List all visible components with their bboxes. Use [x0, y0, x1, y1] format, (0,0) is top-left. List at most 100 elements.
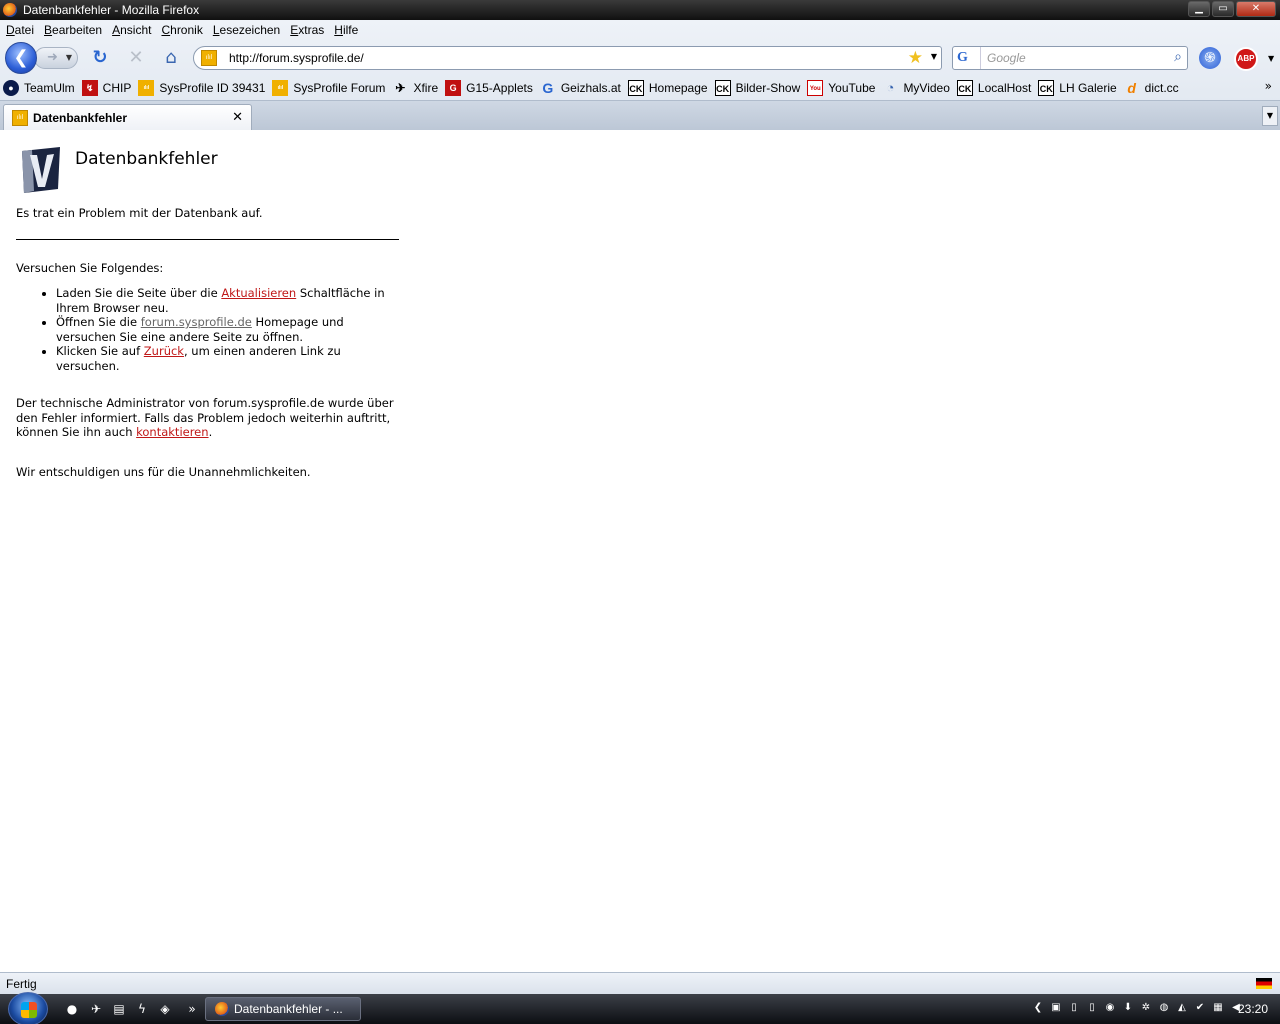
- taskbar-firefox-button[interactable]: Datenbankfehler - ...: [205, 997, 361, 1021]
- download-icon[interactable]: ⬇: [1120, 1000, 1136, 1016]
- tray-app-icon[interactable]: ✔: [1192, 1000, 1208, 1016]
- history-dropdown-icon[interactable]: ▼: [66, 48, 72, 68]
- apology-text: Wir entschuldigen uns für die Unannehmli…: [16, 465, 311, 479]
- app-quicklaunch-icon[interactable]: ◈: [157, 1001, 173, 1017]
- window-title: Datenbankfehler - Mozilla Firefox: [23, 3, 200, 17]
- firefox-icon: [3, 3, 17, 17]
- tray-app-icon[interactable]: ◍: [1156, 1000, 1172, 1016]
- system-tray: ❮ ▣ ▯ ▯ ◉ ⬇ ✲ ◍ ◭ ✔ ▦ ◀: [1030, 1000, 1244, 1016]
- list-item: Laden Sie die Seite über die Aktualisier…: [56, 286, 396, 315]
- bookmark-xfire[interactable]: ✈ Xfire: [392, 80, 438, 96]
- stop-icon[interactable]: ✕: [126, 48, 146, 68]
- bookmark-star-icon[interactable]: ★: [908, 48, 923, 68]
- list-item: Klicken Sie auf Zurück, um einen anderen…: [56, 344, 396, 373]
- back-button[interactable]: ❮: [5, 42, 37, 74]
- firefox-quicklaunch-icon[interactable]: ●: [64, 1001, 80, 1017]
- dictcc-icon: d: [1127, 80, 1136, 96]
- menu-datei[interactable]: Datei: [2, 23, 38, 37]
- contact-link[interactable]: kontaktieren: [136, 425, 208, 439]
- network-icon[interactable]: ▦: [1210, 1000, 1226, 1016]
- youtube-icon: You: [807, 80, 824, 96]
- german-flag-icon[interactable]: [1256, 978, 1272, 989]
- close-window-button[interactable]: ✕: [1236, 1, 1276, 17]
- menu-chronik[interactable]: Chronik: [157, 23, 206, 37]
- bookmarks-overflow-icon[interactable]: »: [1265, 79, 1272, 93]
- site-favicon-icon: ılıl: [201, 50, 217, 66]
- search-input[interactable]: Google: [987, 51, 1026, 65]
- sysprofile-icon: ılıl: [272, 80, 289, 96]
- page-content: Datenbankfehler Es trat ein Problem mit …: [0, 130, 1280, 972]
- bookmark-myvideo[interactable]: ◔ MyVideo: [882, 80, 950, 96]
- bookmark-youtube[interactable]: You YouTube: [807, 80, 875, 96]
- bookmark-sysprofile-forum[interactable]: ılıl SysProfile Forum: [272, 80, 385, 96]
- bookmark-localhost[interactable]: CK LocalHost: [956, 80, 1031, 96]
- menubar: Datei Bearbeiten Ansicht Chronik Lesezei…: [0, 20, 1280, 40]
- myvideo-icon: ◔: [886, 80, 895, 95]
- folder-quicklaunch-icon[interactable]: ▤: [111, 1001, 127, 1017]
- bookmark-sysprofile-id[interactable]: ılıl SysProfile ID 39431: [138, 80, 265, 96]
- url-text[interactable]: http://forum.sysprofile.de/: [229, 51, 364, 65]
- status-text: Fertig: [6, 976, 37, 991]
- divider: [16, 239, 399, 240]
- adblock-dropdown-icon[interactable]: ▼: [1268, 54, 1274, 63]
- tab-list-button[interactable]: ▼: [1262, 106, 1278, 126]
- bookmark-chip[interactable]: ↯ CHIP: [81, 80, 131, 96]
- bookmark-geizhals[interactable]: G Geizhals.at: [540, 80, 620, 96]
- xfire-quicklaunch-icon[interactable]: ✈: [88, 1001, 104, 1017]
- sysprofile-icon: ılıl: [138, 80, 155, 96]
- search-icon[interactable]: ⌕: [1174, 49, 1182, 65]
- close-tab-icon[interactable]: ✕: [232, 110, 243, 125]
- menu-ansicht[interactable]: Ansicht: [108, 23, 155, 37]
- menu-hilfe[interactable]: Hilfe: [330, 23, 362, 37]
- menu-lesezeichen[interactable]: Lesezeichen: [209, 23, 284, 37]
- back-link[interactable]: Zurück: [144, 344, 184, 358]
- taskbar: ● ✈ ▤ ϟ ◈ » Datenbankfehler - ... ❮ ▣ ▯ …: [0, 992, 1280, 1024]
- bookmark-g15-applets[interactable]: G G15-Applets: [445, 80, 533, 96]
- tray-app-icon[interactable]: ◉: [1102, 1000, 1118, 1016]
- ck-icon: CK: [956, 80, 973, 96]
- bookmark-dictcc[interactable]: d dict.cc: [1124, 80, 1178, 96]
- tray-app-icon[interactable]: ▣: [1048, 1000, 1064, 1016]
- url-bar[interactable]: ılıl http://forum.sysprofile.de/ ★ ▼: [193, 46, 942, 70]
- suggestion-list: Laden Sie die Seite über die Aktualisier…: [56, 286, 396, 373]
- search-engine-icon[interactable]: G: [953, 47, 981, 69]
- quicklaunch-overflow-icon[interactable]: »: [184, 1001, 200, 1017]
- tray-expand-icon[interactable]: ❮: [1030, 1000, 1046, 1016]
- tray-app-icon[interactable]: ▯: [1084, 1000, 1100, 1016]
- start-button[interactable]: [8, 992, 48, 1024]
- bookmarks-toolbar: ● TeamUlm ↯ CHIP ılıl SysProfile ID 39431 ı…: [0, 76, 1280, 100]
- reload-icon[interactable]: ↻: [90, 48, 110, 68]
- navigation-toolbar: ➜ ▼ ❮ ↻ ✕ ⌂ ılıl http://forum.sysprofile.…: [0, 40, 1280, 76]
- reload-link[interactable]: Aktualisieren: [221, 286, 296, 300]
- adblock-icon[interactable]: ABP: [1234, 47, 1258, 71]
- bookmark-bilder-show[interactable]: CK Bilder-Show: [714, 80, 800, 96]
- menu-bearbeiten[interactable]: Bearbeiten: [40, 23, 106, 37]
- bookmark-lh-galerie[interactable]: CK LH Galerie: [1038, 80, 1117, 96]
- xfire-icon: ✈: [395, 81, 406, 95]
- home-icon[interactable]: ⌂: [161, 48, 181, 68]
- tab-title: Datenbankfehler: [33, 111, 128, 125]
- clock[interactable]: 23:20: [1238, 1002, 1268, 1016]
- chip-icon: ↯: [81, 80, 98, 96]
- tray-app-icon[interactable]: ✲: [1138, 1000, 1154, 1016]
- menu-extras[interactable]: Extras: [286, 23, 328, 37]
- tray-app-icon[interactable]: ◭: [1174, 1000, 1190, 1016]
- maximize-button[interactable]: ▭: [1212, 1, 1234, 17]
- admin-notice: Der technische Administrator von forum.s…: [16, 396, 394, 439]
- tab-datenbankfehler[interactable]: ılıl Datenbankfehler ✕: [3, 104, 252, 131]
- page-title: Datenbankfehler: [75, 149, 218, 169]
- forward-button[interactable]: ➜ ▼: [34, 47, 78, 69]
- url-dropdown-icon[interactable]: ▼: [931, 52, 937, 61]
- winamp-quicklaunch-icon[interactable]: ϟ: [134, 1001, 150, 1017]
- search-bar[interactable]: G Google ⌕: [952, 46, 1188, 70]
- bookmark-homepage[interactable]: CK Homepage: [627, 80, 708, 96]
- bookmark-teamulm[interactable]: ● TeamUlm: [3, 80, 75, 96]
- tray-app-icon[interactable]: ▯: [1066, 1000, 1082, 1016]
- g15-icon: G: [445, 80, 462, 96]
- extension-icon[interactable]: ֍: [1199, 47, 1221, 69]
- minimize-button[interactable]: ▁: [1188, 1, 1210, 17]
- homepage-link[interactable]: forum.sysprofile.de: [141, 315, 252, 329]
- window-titlebar[interactable]: Datenbankfehler - Mozilla Firefox ▁ ▭ ✕: [0, 0, 1280, 20]
- firefox-icon: [215, 1002, 229, 1016]
- window-controls: ▁ ▭ ✕: [1188, 1, 1276, 17]
